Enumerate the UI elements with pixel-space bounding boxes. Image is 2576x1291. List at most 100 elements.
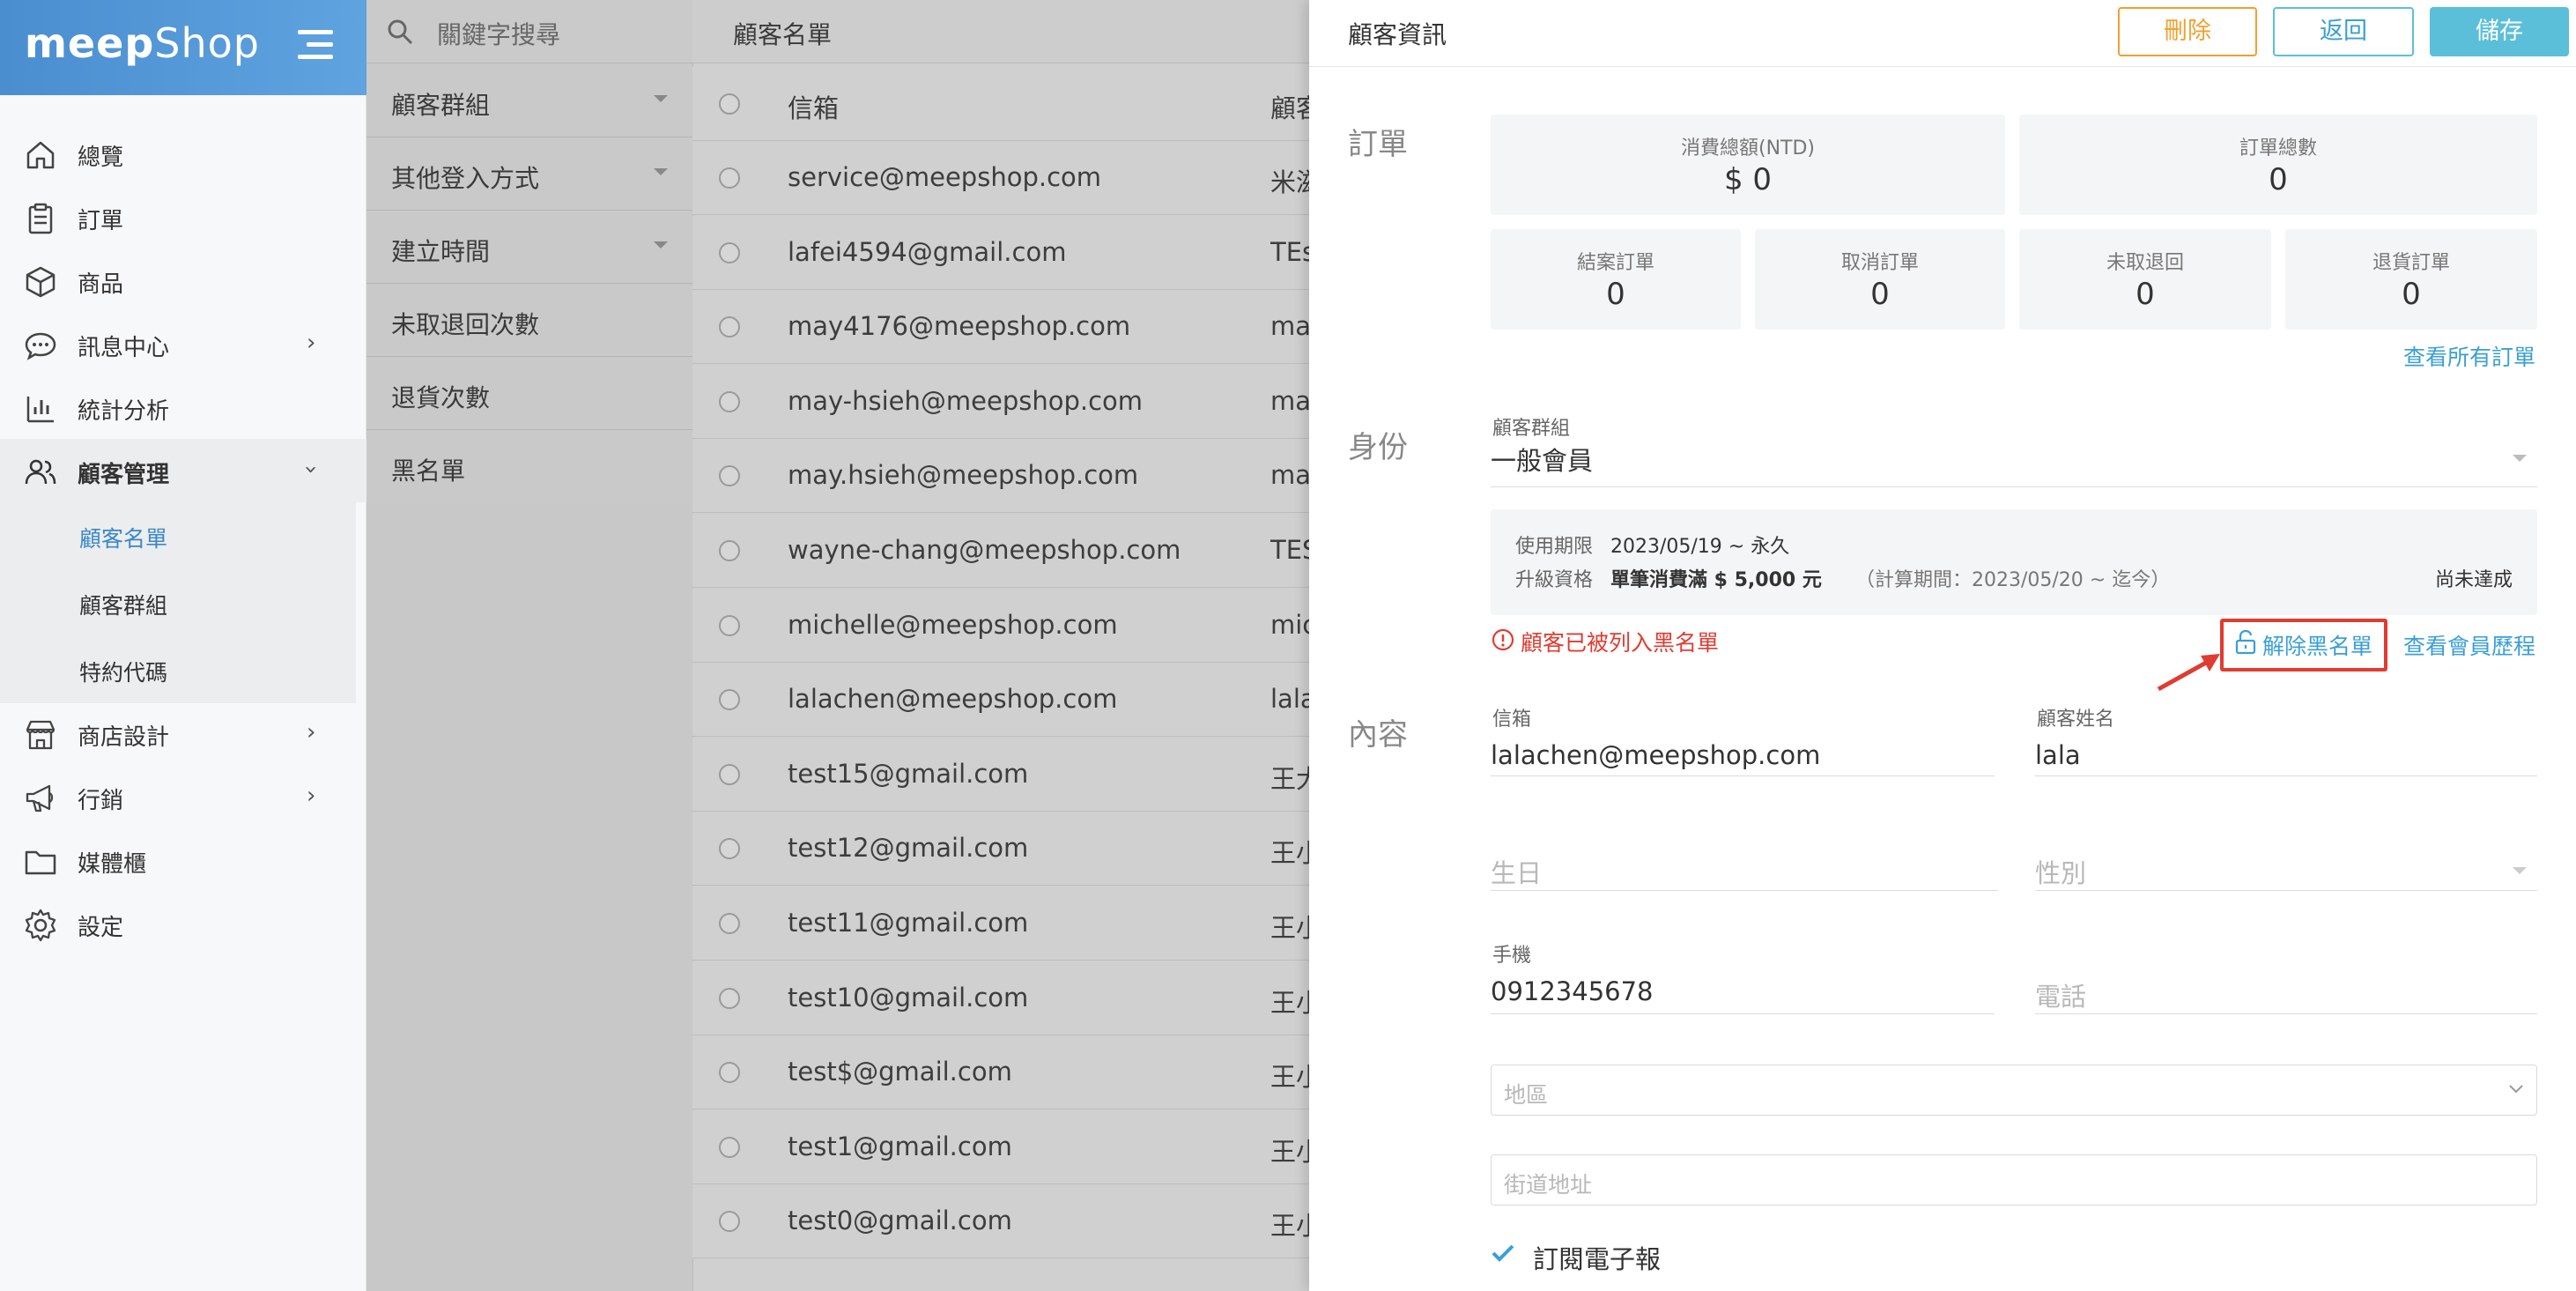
row-select-radio[interactable] <box>719 689 740 711</box>
row-select-radio[interactable] <box>719 987 740 1009</box>
filter-return-count[interactable]: 退貨次數 <box>366 358 692 430</box>
clipboard-icon <box>28 203 53 234</box>
unblacklist-label: 解除黑名單 <box>2262 634 2373 659</box>
column-header-name[interactable]: 顧客 <box>1270 88 1309 125</box>
mobile-field[interactable]: 0912345678 <box>1491 976 1654 1006</box>
nav-item-media[interactable]: 媒體櫃 <box>0 828 366 892</box>
birthday-field[interactable]: 生日 <box>1491 853 1542 890</box>
table-row[interactable]: test15@gmail.com 王大 <box>692 737 1309 812</box>
subnav-customer-list[interactable]: 顧客名單 <box>0 502 356 569</box>
table-row[interactable]: may-hsieh@meepshop.com may <box>692 364 1309 439</box>
region-select[interactable]: 地區 <box>1491 1065 2537 1116</box>
row-select-radio[interactable] <box>719 390 740 412</box>
row-select-radio[interactable] <box>719 1211 740 1233</box>
filter-label: 未取退回次數 <box>391 310 540 339</box>
divider <box>1491 1013 1995 1014</box>
nav-item-marketing[interactable]: 行銷 › <box>0 765 366 828</box>
filter-login-method[interactable]: 其他登入方式 <box>366 138 692 211</box>
column-header-email[interactable]: 信箱 <box>788 88 839 125</box>
stat-value: 0 <box>2402 277 2421 312</box>
row-select-radio[interactable] <box>719 1136 740 1158</box>
divider <box>2035 890 2537 891</box>
filter-created-time[interactable]: 建立時間 <box>366 211 692 284</box>
view-member-history-link[interactable]: 查看會員歷程 <box>2403 629 2535 661</box>
table-row[interactable]: test11@gmail.com 王小 <box>692 887 1309 961</box>
nav-item-overview[interactable]: 總覽 <box>0 122 366 185</box>
nav-label: 顧客管理 <box>78 462 170 488</box>
delete-button[interactable]: 刪除 <box>2118 7 2257 56</box>
customer-group-select[interactable]: 一般會員 <box>1491 437 2537 486</box>
chevron-right-icon: › <box>307 719 316 746</box>
row-select-radio[interactable] <box>719 241 740 263</box>
nav-item-messages[interactable]: 訊息中心 › <box>0 312 366 375</box>
table-row[interactable]: wayne-chang@meepshop.com TES <box>692 514 1309 588</box>
phone-field[interactable]: 電話 <box>2035 976 2086 1013</box>
stat-label: 消費總額(NTD) <box>1680 137 1815 160</box>
email-field[interactable]: lalachen@meepshop.com <box>1491 740 1820 770</box>
table-row[interactable]: test10@gmail.com 王小 <box>692 961 1309 1035</box>
row-name: 王大 <box>1270 763 1309 794</box>
table-row[interactable]: test12@gmail.com 王小 <box>692 812 1309 887</box>
nav-item-analytics[interactable]: 統計分析 <box>0 375 366 439</box>
row-select-radio[interactable] <box>719 1062 740 1084</box>
row-select-radio[interactable] <box>719 465 740 487</box>
menu-toggle-icon[interactable] <box>298 30 333 60</box>
view-all-orders-link[interactable]: 查看所有訂單 <box>2403 340 2535 372</box>
row-email: test12@gmail.com <box>788 833 1029 864</box>
nav-item-store-design[interactable]: 商店設計 › <box>0 701 366 765</box>
row-name: 米滋 <box>1270 167 1309 197</box>
back-button[interactable]: 返回 <box>2273 7 2414 56</box>
gender-select[interactable]: 性別 <box>2035 848 2537 890</box>
chevron-right-icon: › <box>307 783 316 809</box>
chevron-down-icon <box>2509 1085 2523 1094</box>
row-email: michelle@meepshop.com <box>788 609 1118 640</box>
nav-item-orders[interactable]: 訂單 <box>0 185 366 249</box>
search-input[interactable]: 關鍵字搜尋 <box>437 16 560 51</box>
row-email: may4176@meepshop.com <box>788 311 1131 342</box>
name-field[interactable]: lala <box>2035 740 2081 770</box>
row-select-radio[interactable] <box>719 167 740 189</box>
row-select-radio[interactable] <box>719 316 740 338</box>
select-all-radio[interactable] <box>719 93 740 115</box>
nav-item-settings[interactable]: 設定 <box>0 892 366 955</box>
stat-value: 0 <box>2136 277 2155 312</box>
row-select-radio[interactable] <box>719 614 740 636</box>
save-button[interactable]: 儲存 <box>2430 7 2569 56</box>
row-email: lalachen@meepshop.com <box>788 684 1118 715</box>
upgrade-period: （計算期間：2023/05/20 ~ 迄今） <box>1855 569 2171 591</box>
row-select-radio[interactable] <box>719 913 740 934</box>
row-select-radio[interactable] <box>719 763 740 785</box>
subnav-special-codes[interactable]: 特約代碼 <box>0 636 356 703</box>
table-row[interactable]: michelle@meepshop.com mic <box>692 588 1309 663</box>
subnav-customer-groups[interactable]: 顧客群組 <box>0 569 356 636</box>
row-name: TES <box>1270 535 1309 565</box>
row-select-radio[interactable] <box>719 540 740 561</box>
table-row[interactable]: test$@gmail.com 王小 <box>692 1035 1309 1110</box>
input-placeholder: 街道地址 <box>1504 1172 1593 1198</box>
stat-value: 0 <box>1870 277 1890 312</box>
stat-label: 取消訂單 <box>1840 252 1919 274</box>
nav-item-customers[interactable]: 顧客管理 › <box>0 439 366 502</box>
table-row[interactable]: may4176@meepshop.com may <box>692 290 1309 365</box>
upgrade-label: 升級資格 <box>1515 569 1594 591</box>
nav-label: 商品 <box>78 271 124 298</box>
search-bar[interactable]: 關鍵字搜尋 <box>366 0 692 63</box>
table-row[interactable]: test0@gmail.com 王小 <box>692 1184 1309 1259</box>
subnav-label: 特約代碼 <box>79 660 168 686</box>
table-row[interactable]: lafei4594@gmail.com TEst <box>692 215 1309 290</box>
filter-customer-group[interactable]: 顧客群組 <box>366 65 692 137</box>
filter-blacklist[interactable]: 黑名單 <box>366 431 692 503</box>
filter-unclaimed-count[interactable]: 未取退回次數 <box>366 285 692 357</box>
table-row[interactable]: test1@gmail.com 王小 <box>692 1109 1309 1184</box>
street-address-input[interactable]: 街道地址 <box>1491 1154 2537 1206</box>
table-row[interactable]: service@meepshop.com 米滋 <box>692 141 1309 215</box>
table-row[interactable]: lalachen@meepshop.com lala <box>692 663 1309 738</box>
stat-value: 0 <box>1606 277 1625 312</box>
mobile-label: 手機 <box>1492 945 1532 967</box>
nav-item-products[interactable]: 商品 <box>0 249 366 312</box>
logo[interactable]: meepShop <box>25 19 260 67</box>
table-row[interactable]: may.hsieh@meepshop.com may <box>692 439 1309 514</box>
section-identity-title: 身份 <box>1348 430 1408 465</box>
row-select-radio[interactable] <box>719 838 740 860</box>
filter-label: 退貨次數 <box>391 383 491 412</box>
